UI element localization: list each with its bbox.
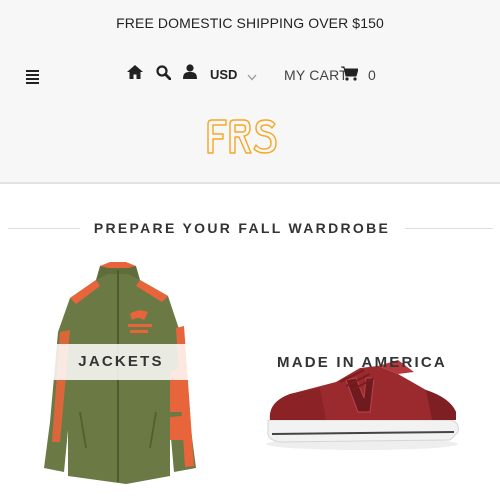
user-icon[interactable]: [183, 64, 197, 84]
tile-label-made-in-america[interactable]: MADE IN AMERICA: [276, 354, 448, 372]
store-logo[interactable]: [206, 118, 278, 154]
tile-label-jackets[interactable]: JACKETS: [50, 344, 192, 380]
sneaker-image: [266, 360, 459, 450]
promo-banner: FREE DOMESTIC SHIPPING OVER $150: [116, 15, 384, 31]
currency-selector[interactable]: USD: [210, 67, 237, 82]
cart-icon[interactable]: [341, 66, 359, 86]
chevron-down-icon[interactable]: [247, 68, 257, 86]
collection-tile-made-in-america[interactable]: [250, 262, 480, 500]
divider: [405, 228, 493, 229]
collection-tile-jackets[interactable]: [30, 262, 220, 500]
cart-link[interactable]: MY CART: [284, 67, 348, 83]
site-header: FREE DOMESTIC SHIPPING OVER $150 USD MY …: [0, 0, 500, 184]
search-icon[interactable]: [156, 65, 172, 85]
top-nav: USD MY CART 0: [0, 64, 500, 84]
home-icon[interactable]: [127, 65, 143, 84]
cart-count: 0: [368, 67, 376, 83]
jacket-image: [44, 262, 196, 484]
section-heading: PREPARE YOUR FALL WARDROBE: [0, 218, 500, 238]
